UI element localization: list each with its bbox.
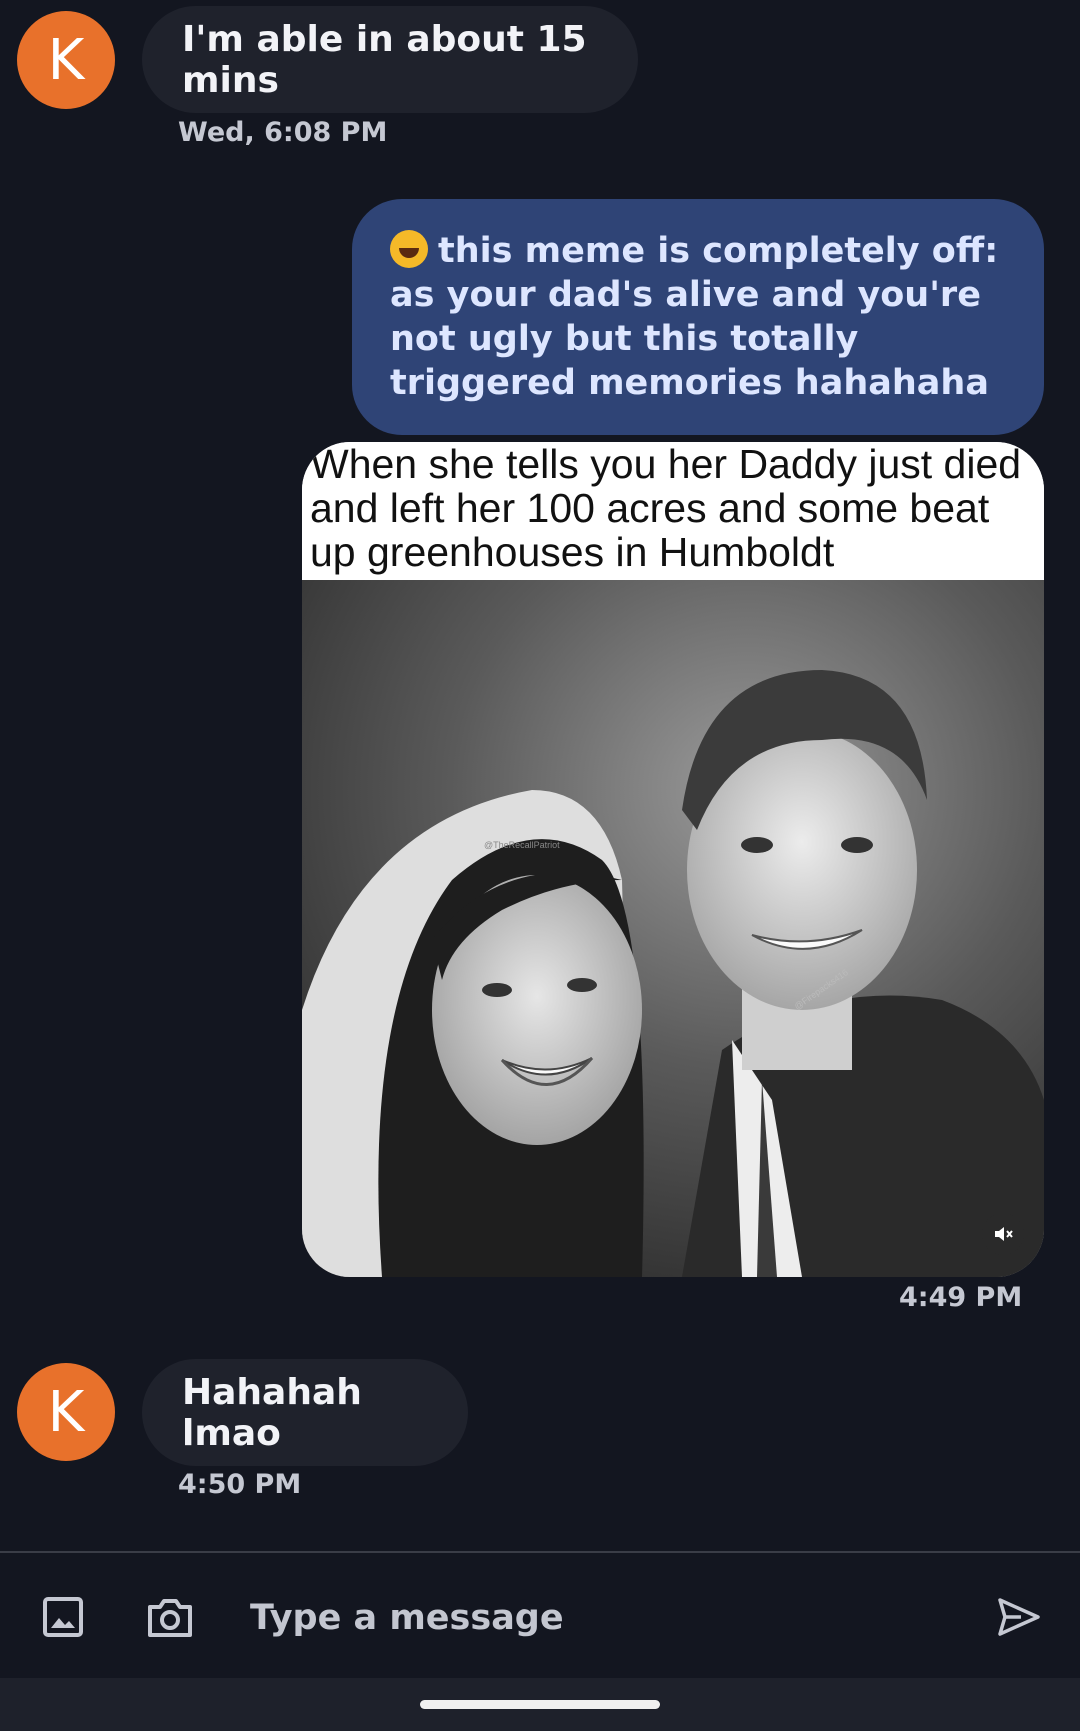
message-input[interactable] <box>250 1590 850 1646</box>
image-icon <box>43 1597 83 1637</box>
gallery-button[interactable] <box>38 1592 88 1642</box>
incoming-message-bubble[interactable]: I'm able in about 15 mins <box>142 6 638 113</box>
volume-mute-icon <box>995 1227 1013 1241</box>
wedding-photo: @TheRecallPatriot @Firepacks416 <box>302 580 1044 1277</box>
camera-icon <box>148 1599 192 1637</box>
send-button[interactable] <box>994 1592 1044 1642</box>
message-timestamp: 4:49 PM <box>899 1282 1023 1313</box>
contact-avatar[interactable]: K <box>17 11 115 109</box>
conversation-screen: K I'm able in about 15 mins Wed, 6:08 PM… <box>0 0 1080 1731</box>
camera-button[interactable] <box>144 1592 196 1642</box>
avatar-initial: K <box>47 1379 85 1445</box>
meme-image-attachment[interactable]: When she tells you her Daddy just died a… <box>302 442 1044 1277</box>
message-timestamp: 4:50 PM <box>178 1469 302 1500</box>
avatar-initial: K <box>47 27 85 93</box>
outgoing-message-bubble[interactable]: this meme is completely off: as your dad… <box>352 199 1044 435</box>
meme-caption: When she tells you her Daddy just died a… <box>302 442 1044 580</box>
home-indicator[interactable] <box>420 1700 660 1709</box>
mute-button[interactable] <box>982 1213 1024 1255</box>
laughing-emoji-icon <box>390 230 428 268</box>
incoming-message-bubble[interactable]: Hahahah lmao <box>142 1359 468 1466</box>
contact-avatar[interactable]: K <box>17 1363 115 1461</box>
send-icon <box>998 1598 1040 1636</box>
message-timestamp: Wed, 6:08 PM <box>178 117 388 148</box>
message-text: I'm able in about 15 mins <box>182 18 587 101</box>
message-text: Hahahah lmao <box>182 1371 362 1454</box>
watermark-text: @TheRecallPatriot <box>484 840 560 850</box>
message-text: this meme is completely off: as your dad… <box>390 231 999 403</box>
